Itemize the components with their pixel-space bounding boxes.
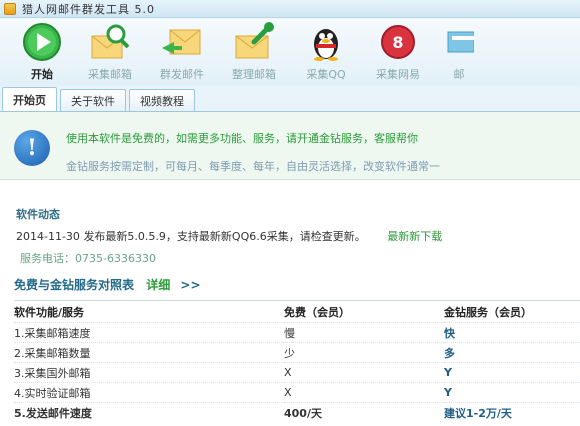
table-header-row: 软件功能/服务 免费（会员） 金钻服务（会员） bbox=[14, 300, 580, 323]
toolbar-collect-netease-button[interactable]: 8 采集网易 bbox=[362, 18, 434, 86]
table-cell: 2.采集邮箱数量 bbox=[14, 342, 284, 363]
wrench-envelope-icon bbox=[232, 22, 276, 62]
table-cell: 建议1-2万/天 bbox=[444, 402, 580, 423]
main-toolbar: 开始 采集邮箱 群发邮件 整理邮箱 采集QQ 8 采集网易 邮 bbox=[0, 18, 580, 86]
table-header: 金钻服务（会员） bbox=[444, 300, 580, 323]
news-date: 2014-11-30 bbox=[16, 230, 80, 243]
tab-video-tutorial[interactable]: 视频教程 bbox=[129, 89, 195, 111]
news-item: 2014-11-30 发布最新5.0.5.9，支持最新新QQ6.6采集，请检查更… bbox=[16, 228, 442, 244]
compare-detail-link[interactable]: 详细 bbox=[146, 278, 170, 292]
window-title: 猎人网邮件群发工具 5.0 bbox=[22, 2, 155, 16]
table-row: 3.采集国外邮箱 X Y bbox=[14, 362, 580, 383]
table-cell: 4.实时验证邮箱 bbox=[14, 382, 284, 403]
table-cell: Y bbox=[444, 382, 580, 403]
qq-penguin-icon bbox=[304, 22, 348, 62]
toolbar-organize-email-label: 整理邮箱 bbox=[232, 68, 276, 81]
toolbar-collect-qq-label: 采集QQ bbox=[306, 68, 346, 81]
title-bar: 猎人网邮件群发工具 5.0 bbox=[0, 0, 580, 18]
table-row: 5.发送邮件速度 400/天 建议1-2万/天 bbox=[14, 402, 580, 423]
play-icon bbox=[20, 22, 64, 62]
compare-title-row: 免费与金钻服务对照表 详细 >> bbox=[14, 276, 201, 293]
toolbar-collect-email-label: 采集邮箱 bbox=[88, 68, 132, 81]
magnifier-envelope-icon bbox=[88, 22, 132, 62]
notice-sub-text: 金钻服务按需定制，可每月、每季度、每年，自由灵活选择，改变软件通常一 bbox=[66, 160, 440, 173]
toolbar-collect-netease-label: 采集网易 bbox=[376, 68, 420, 81]
table-header: 软件功能/服务 bbox=[14, 300, 284, 323]
toolbar-collect-qq-button[interactable]: 采集QQ bbox=[290, 18, 362, 86]
toolbar-more-button[interactable]: 邮 bbox=[434, 18, 484, 86]
service-phone: 服务电话：0735-6336330 bbox=[20, 252, 156, 265]
table-cell: 5.发送邮件速度 bbox=[14, 402, 284, 423]
netease-icon: 8 bbox=[376, 22, 420, 62]
table-cell: Y bbox=[444, 362, 580, 383]
table-row: 4.实时验证邮箱 X Y bbox=[14, 382, 580, 403]
compare-table: 软件功能/服务 免费（会员） 金钻服务（会员） 1.采集邮箱速度 慢 快 2.采… bbox=[14, 300, 580, 423]
toolbar-more-label: 邮 bbox=[453, 68, 465, 81]
toolbar-organize-email-button[interactable]: 整理邮箱 bbox=[218, 18, 290, 86]
svg-text:8: 8 bbox=[392, 33, 403, 52]
compare-arrow: >> bbox=[180, 278, 201, 292]
table-cell: X bbox=[284, 382, 444, 403]
notice-panel: ! 使用本软件是免费的，如需更多功能、服务，请开通金钻服务，客服帮你 金钻服务按… bbox=[0, 112, 580, 180]
info-icon: ! bbox=[14, 130, 50, 166]
download-link[interactable]: 最新新下载 bbox=[387, 230, 442, 243]
table-cell: 400/天 bbox=[284, 402, 444, 423]
compare-title: 免费与金钻服务对照表 bbox=[14, 278, 135, 292]
table-cell: 少 bbox=[284, 342, 444, 363]
table-cell: 慢 bbox=[284, 322, 444, 343]
toolbar-mass-mail-button[interactable]: 群发邮件 bbox=[146, 18, 218, 86]
app-icon bbox=[4, 2, 16, 15]
more-icon bbox=[437, 22, 481, 62]
toolbar-start-button[interactable]: 开始 bbox=[10, 18, 74, 86]
table-cell: 快 bbox=[444, 322, 580, 343]
table-cell: 3.采集国外邮箱 bbox=[14, 362, 284, 383]
table-row: 2.采集邮箱数量 少 多 bbox=[14, 342, 580, 363]
table-row: 1.采集邮箱速度 慢 快 bbox=[14, 322, 580, 343]
notice-main-text: 使用本软件是免费的，如需更多功能、服务，请开通金钻服务，客服帮你 bbox=[66, 132, 418, 145]
table-cell: 多 bbox=[444, 342, 580, 363]
toolbar-mass-mail-label: 群发邮件 bbox=[160, 68, 204, 81]
table-header: 免费（会员） bbox=[284, 300, 444, 323]
news-text: 发布最新5.0.5.9，支持最新新QQ6.6采集，请检查更新。 bbox=[83, 230, 366, 243]
toolbar-start-label: 开始 bbox=[31, 68, 53, 81]
tab-bar: 开始页 关于软件 视频教程 bbox=[0, 86, 580, 112]
tab-start-page[interactable]: 开始页 bbox=[2, 87, 57, 111]
start-page-content: 软件动态 2014-11-30 发布最新5.0.5.9，支持最新新QQ6.6采集… bbox=[0, 180, 580, 426]
tab-about[interactable]: 关于软件 bbox=[60, 89, 126, 111]
envelope-arrow-icon bbox=[160, 22, 204, 62]
table-cell: X bbox=[284, 362, 444, 383]
news-title: 软件动态 bbox=[16, 208, 60, 221]
toolbar-collect-email-button[interactable]: 采集邮箱 bbox=[74, 18, 146, 86]
table-cell: 1.采集邮箱速度 bbox=[14, 322, 284, 343]
